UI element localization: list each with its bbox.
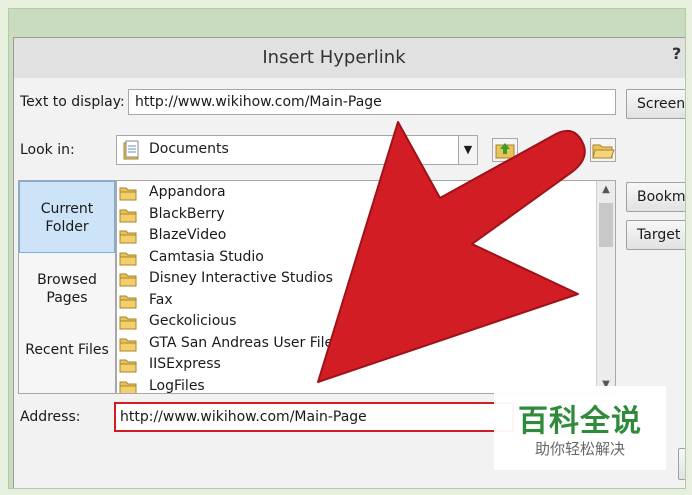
watermark-subtitle: 助你轻松解决 [534, 440, 625, 458]
watermark-title: 百科全说 [518, 404, 642, 439]
watermark-logo: 百科全说 助你轻松解决 [494, 386, 666, 470]
